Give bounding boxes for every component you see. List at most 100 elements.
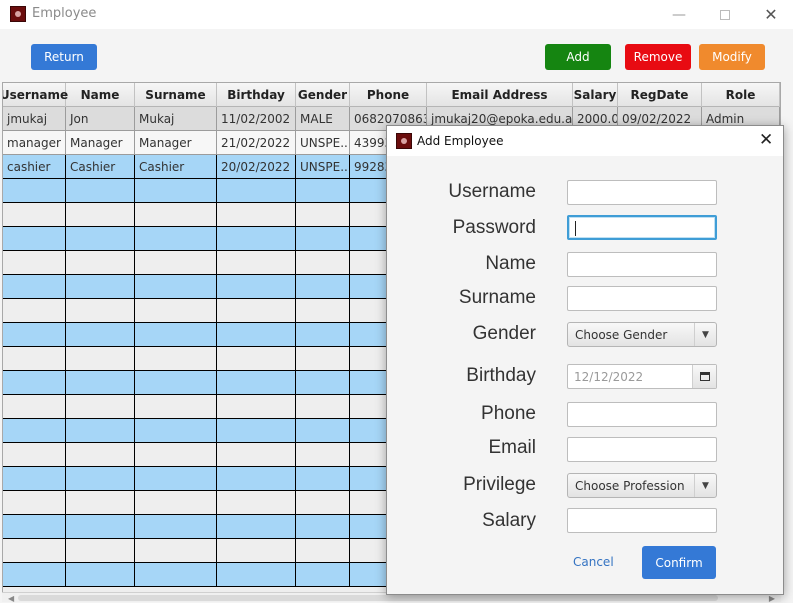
window-title: Employee [32,6,97,21]
table-cell [135,203,217,227]
username-label: Username [448,181,536,202]
return-button[interactable]: Return [31,44,97,70]
name-field[interactable] [567,252,717,277]
table-cell: 11/02/2002 [217,107,296,131]
password-label: Password [452,217,536,238]
scrollbar-thumb[interactable] [18,595,718,601]
table-cell [217,251,296,275]
table-cell [3,419,66,443]
column-header[interactable]: Name [66,83,135,107]
birthday-date-picker[interactable]: 12/12/2022 [567,364,717,389]
table-cell [217,563,296,587]
table-cell [296,563,350,587]
column-header[interactable]: Username [3,83,68,107]
surname-label: Surname [458,287,536,308]
dialog-titlebar: Add Employee ✕ [387,126,783,156]
table-cell [217,491,296,515]
table-cell: Mukaj [135,107,217,131]
table-cell [3,443,66,467]
table-cell [217,179,296,203]
app-icon [396,133,412,149]
column-header[interactable]: Role [702,83,780,107]
app-icon [10,6,26,22]
column-header[interactable]: Phone [350,83,427,107]
table-cell [66,323,135,347]
table-cell [217,539,296,563]
table-cell [66,563,135,587]
table-cell [66,251,135,275]
table-cell [217,275,296,299]
table-cell [217,347,296,371]
scroll-left-icon[interactable]: ◀ [8,594,14,603]
table-cell [135,467,217,491]
phone-field[interactable] [567,402,717,427]
close-button[interactable]: ✕ [748,0,793,29]
phone-label: Phone [481,403,536,424]
surname-field[interactable] [567,286,717,311]
table-cell [296,539,350,563]
table-cell: MALE [296,107,350,131]
cancel-button[interactable]: Cancel [573,555,614,569]
confirm-button[interactable]: Confirm [642,546,716,579]
table-cell [296,371,350,395]
scroll-right-icon[interactable]: ▶ [769,594,775,603]
table-cell [135,251,217,275]
table-cell [135,491,217,515]
gender-select[interactable]: Choose Gender ▼ [567,322,717,347]
dialog-close-icon[interactable]: ✕ [759,130,773,150]
password-field[interactable] [567,215,717,240]
table-cell [3,347,66,371]
table-cell [135,515,217,539]
table-cell: 21/02/2022 [217,131,296,155]
table-cell [135,299,217,323]
column-header[interactable]: Birthday [217,83,296,107]
column-header[interactable]: Salary [573,83,618,107]
remove-button[interactable]: Remove [625,44,691,70]
table-cell [3,179,66,203]
table-cell [3,563,66,587]
privilege-select[interactable]: Choose Profession ▼ [567,473,717,498]
chevron-down-icon: ▼ [694,474,716,497]
email-field[interactable] [567,437,717,462]
table-cell [135,395,217,419]
table-cell [135,275,217,299]
table-cell [66,227,135,251]
table-cell [217,443,296,467]
email-label: Email [488,437,536,458]
close-icon: ✕ [764,5,778,24]
table-cell: 20/02/2022 [217,155,296,179]
column-header[interactable]: Surname [135,83,217,107]
table-cell [66,299,135,323]
table-cell [135,179,217,203]
table-cell: Manager [135,131,217,155]
minimize-button[interactable]: — [656,0,702,29]
table-cell [66,539,135,563]
table-cell [217,515,296,539]
table-cell: manager [3,131,66,155]
table-cell [3,203,66,227]
table-cell [217,227,296,251]
calendar-button[interactable] [692,365,716,388]
table-cell [217,203,296,227]
modify-button[interactable]: Modify [699,44,765,70]
table-cell [66,491,135,515]
table-cell: Cashier [66,155,135,179]
calendar-icon [699,372,710,381]
column-header[interactable]: Email Address [427,83,573,107]
name-label: Name [485,253,536,274]
maximize-button[interactable] [702,0,748,29]
table-cell [296,515,350,539]
table-cell [3,323,66,347]
add-button[interactable]: Add [545,44,611,70]
table-cell [217,299,296,323]
table-cell [66,275,135,299]
birthday-label: Birthday [466,365,536,386]
table-cell [66,467,135,491]
table-cell [3,275,66,299]
salary-field[interactable] [567,508,717,533]
table-cell: UNSPE... [296,131,350,155]
column-header[interactable]: RegDate [618,83,702,107]
username-field[interactable] [567,180,717,205]
table-cell: Jon [66,107,135,131]
column-header[interactable]: Gender [296,83,350,107]
